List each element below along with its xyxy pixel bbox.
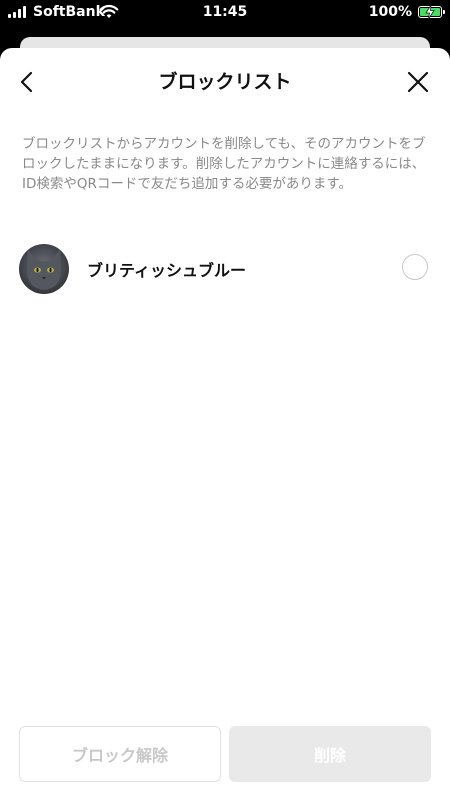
battery-percentage: 100%	[368, 4, 412, 20]
close-icon[interactable]	[404, 68, 432, 96]
block-list-sheet: ブロックリスト ブロックリストからアカウントを削除しても、そのアカウントをブロッ…	[0, 48, 450, 800]
cat-icon	[27, 250, 61, 290]
block-list-notice: ブロックリストからアカウントを削除しても、そのアカウントをブロックしたままになり…	[22, 136, 426, 192]
unblock-button[interactable]: ブロック解除	[19, 726, 221, 782]
blocked-account-name: ブリティッシュブルー	[87, 261, 247, 280]
page-title: ブロックリスト	[158, 71, 292, 93]
status-bar: SoftBank 11:45 100%	[0, 0, 450, 26]
delete-button[interactable]: 削除	[229, 726, 431, 782]
charging-bolt-icon	[425, 5, 435, 19]
battery-icon	[418, 5, 445, 19]
select-radio[interactable]	[402, 254, 428, 280]
blocked-account-row[interactable]: ブリティッシュブルー	[0, 240, 450, 296]
avatar	[19, 244, 69, 294]
